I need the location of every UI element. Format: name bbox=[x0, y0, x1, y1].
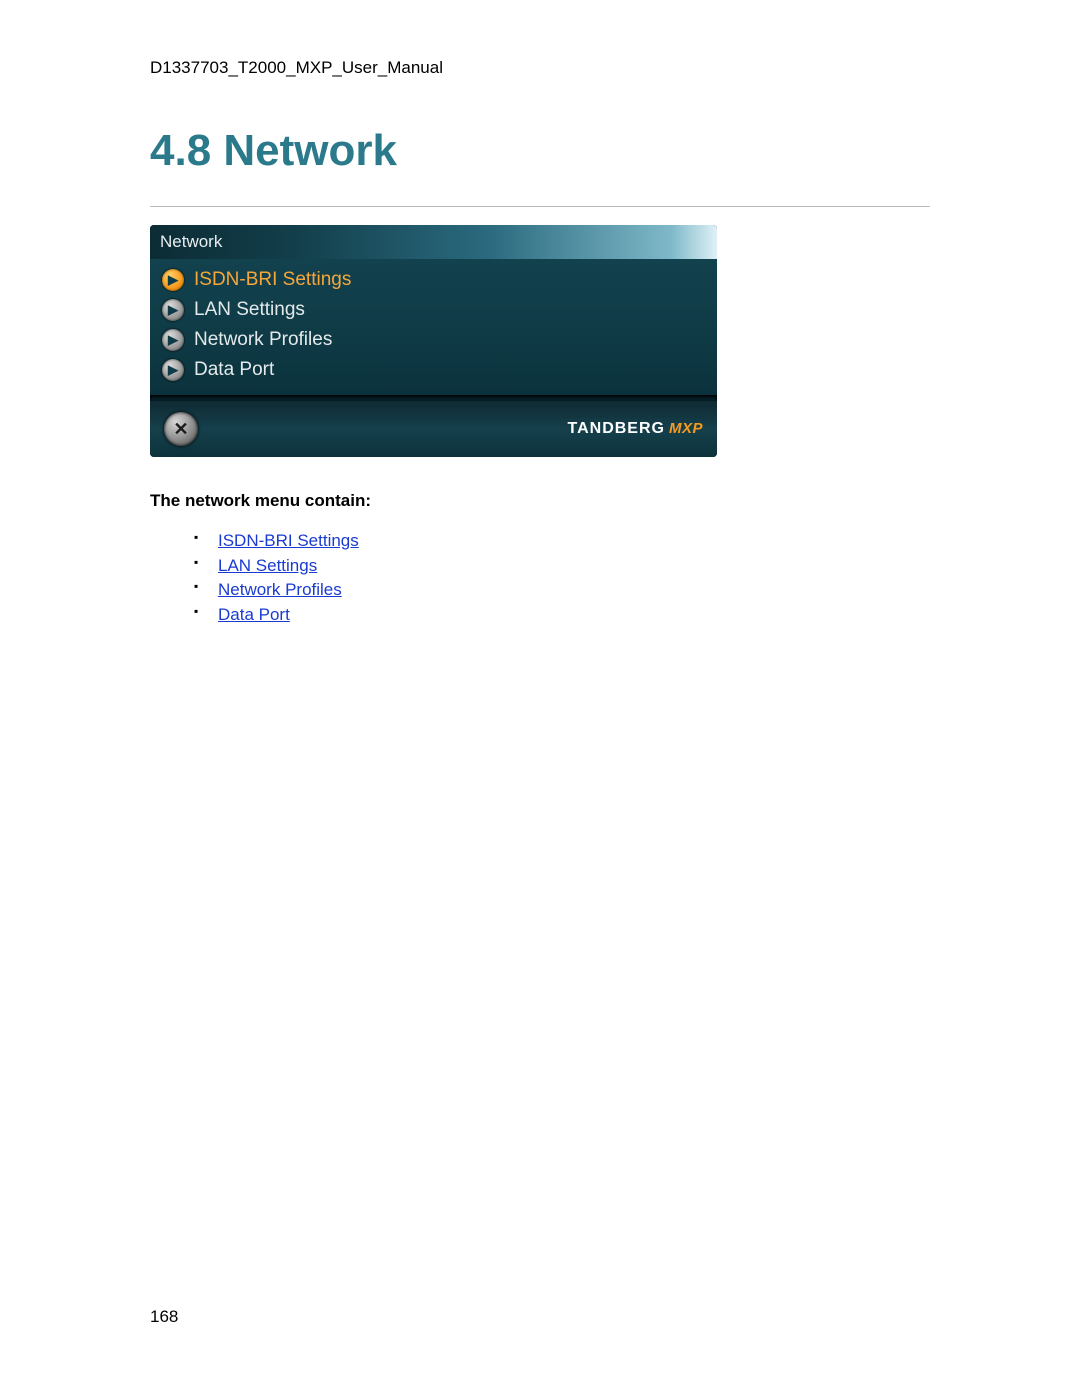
link-isdn-bri-settings[interactable]: ISDN-BRI Settings bbox=[218, 531, 359, 550]
link-data-port[interactable]: Data Port bbox=[218, 605, 290, 624]
menu-titlebar: Network bbox=[150, 225, 717, 259]
menu-item-label: LAN Settings bbox=[194, 299, 305, 321]
link-list: ISDN-BRI Settings LAN Settings Network P… bbox=[150, 529, 930, 628]
menu-title: Network bbox=[160, 232, 222, 252]
menu-item-label: ISDN-BRI Settings bbox=[194, 269, 351, 291]
section-heading: 4.8 Network bbox=[150, 126, 930, 176]
section-lead: The network menu contain: bbox=[150, 491, 930, 511]
menu-item-isdn-bri-settings[interactable]: ▶ ISDN-BRI Settings bbox=[158, 265, 709, 295]
link-network-profiles[interactable]: Network Profiles bbox=[218, 580, 342, 599]
menu-item-lan-settings[interactable]: ▶ LAN Settings bbox=[158, 295, 709, 325]
brand-main-text: TANDBERG bbox=[568, 420, 665, 438]
list-item: Network Profiles bbox=[194, 578, 930, 603]
brand-sub-text: MXP bbox=[669, 420, 703, 437]
menu-item-label: Data Port bbox=[194, 359, 274, 381]
menu-list: ▶ ISDN-BRI Settings ▶ LAN Settings ▶ Net… bbox=[150, 259, 717, 395]
menu-item-data-port[interactable]: ▶ Data Port bbox=[158, 355, 709, 385]
menu-item-network-profiles[interactable]: ▶ Network Profiles bbox=[158, 325, 709, 355]
list-item: ISDN-BRI Settings bbox=[194, 529, 930, 554]
list-item: LAN Settings bbox=[194, 554, 930, 579]
menu-item-label: Network Profiles bbox=[194, 329, 332, 351]
close-button[interactable]: ✕ bbox=[164, 412, 198, 446]
brand-logo: TANDBERG MXP bbox=[568, 420, 704, 438]
link-lan-settings[interactable]: LAN Settings bbox=[218, 556, 317, 575]
document-header: D1337703_T2000_MXP_User_Manual bbox=[150, 58, 930, 78]
play-icon: ▶ bbox=[162, 359, 184, 381]
list-item: Data Port bbox=[194, 603, 930, 628]
close-icon: ✕ bbox=[173, 419, 188, 440]
play-icon: ▶ bbox=[162, 269, 184, 291]
divider bbox=[150, 206, 930, 207]
menu-footer: ✕ TANDBERG MXP bbox=[150, 401, 717, 457]
play-icon: ▶ bbox=[162, 299, 184, 321]
play-icon: ▶ bbox=[162, 329, 184, 351]
page-number: 168 bbox=[150, 1307, 178, 1327]
network-menu-screenshot: Network ▶ ISDN-BRI Settings ▶ LAN Settin… bbox=[150, 225, 717, 457]
